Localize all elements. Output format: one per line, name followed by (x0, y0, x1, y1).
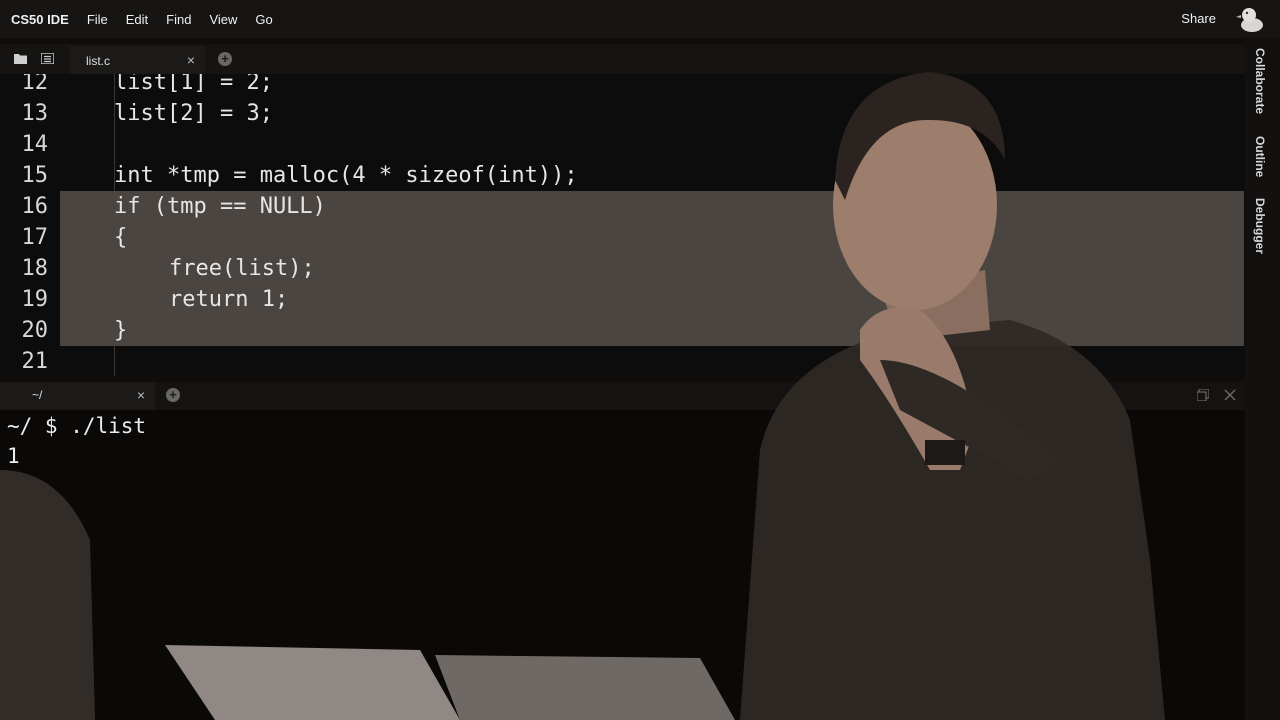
close-icon[interactable]: × (187, 52, 195, 68)
menu-bar: CS50 IDE File Edit Find View Go Share (0, 0, 1280, 38)
menu-edit[interactable]: Edit (126, 12, 148, 27)
code-text: { (114, 225, 128, 250)
line-number: 19 (21, 287, 49, 312)
line-number: 20 (21, 318, 49, 343)
editor-tab-bar: list.c × + (0, 44, 1245, 75)
line-number: 13 (21, 101, 49, 126)
code-text: list[2] = 3; (114, 101, 273, 126)
code-line[interactable]: 21 (0, 346, 1245, 376)
code-text: return 1; (169, 287, 289, 312)
code-line[interactable]: 15 int *tmp = malloc(4 * sizeof(int)); (0, 160, 1245, 191)
add-tab-icon[interactable]: + (218, 52, 232, 66)
line-number: 16 (21, 194, 49, 219)
maximize-icon[interactable] (1197, 389, 1209, 401)
close-panel-icon[interactable] (1224, 389, 1236, 401)
line-number: 14 (21, 132, 49, 157)
collaborate-panel-tab[interactable]: Collaborate (1253, 48, 1267, 114)
tab-list-c[interactable]: list.c × (70, 46, 205, 74)
code-editor[interactable]: 12 list[1] = 2; 13 list[2] = 3; 14 15 int *tmp… (0, 74, 1245, 376)
code-text: if (tmp == NULL) (114, 194, 326, 219)
code-text: list[1] = 2; (114, 74, 273, 95)
menu-view[interactable]: View (209, 12, 237, 27)
code-line[interactable]: 20} (22, 315, 1244, 346)
line-number: 21 (21, 349, 49, 374)
terminal[interactable]: ~/ $ ./list 1 (0, 410, 1245, 720)
app-brand[interactable]: CS50 IDE (11, 12, 69, 27)
terminal-tab-bar: ~/ × + (0, 382, 1245, 410)
line-number: 18 (21, 256, 49, 281)
outline-list-icon[interactable] (41, 53, 54, 64)
line-number: 12 (21, 74, 49, 95)
code-line[interactable]: 17 { (22, 222, 1244, 253)
debugger-panel-tab[interactable]: Debugger (1253, 198, 1267, 254)
duck-icon[interactable] (1236, 4, 1266, 34)
outline-panel-tab[interactable]: Outline (1253, 136, 1267, 177)
code-text: } (114, 318, 128, 343)
tab-terminal[interactable]: ~/ × (0, 382, 155, 410)
line-number: 17 (21, 225, 49, 250)
code-line[interactable]: 18 free(list); (22, 253, 1244, 284)
code-line[interactable]: 14 (0, 129, 1245, 160)
share-button[interactable]: Share (1181, 11, 1216, 26)
close-icon[interactable]: × (137, 387, 145, 403)
line-number: 15 (21, 163, 49, 188)
code-line[interactable]: 19 return 1; (22, 284, 1244, 315)
code-text: free(list); (169, 256, 315, 281)
code-line[interactable]: 13 list[2] = 3; (0, 98, 1245, 129)
folder-icon[interactable] (14, 53, 27, 64)
add-terminal-icon[interactable]: + (166, 388, 180, 402)
side-panel: Collaborate Outline Debugger (1245, 38, 1280, 720)
tab-label: ~/ (32, 388, 43, 402)
tab-label: list.c (86, 54, 110, 68)
terminal-line: 1 (7, 444, 20, 468)
code-text: int *tmp = malloc(4 * sizeof(int)); (114, 163, 578, 188)
menu-find[interactable]: Find (166, 12, 191, 27)
menu-go[interactable]: Go (255, 12, 272, 27)
code-line[interactable]: 12 list[1] = 2; (0, 74, 1245, 98)
code-line[interactable]: 16 if (tmp == NULL) (22, 191, 1244, 222)
menu-file[interactable]: File (87, 12, 108, 27)
terminal-line: ~/ $ ./list (7, 414, 147, 438)
